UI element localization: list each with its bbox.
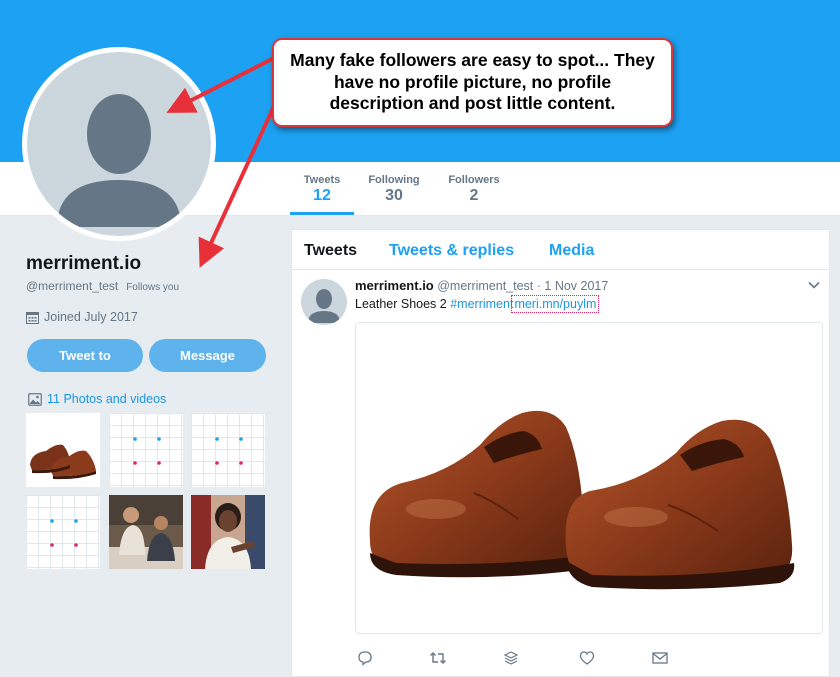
message-button[interactable]: Message bbox=[149, 339, 266, 372]
tweet-to-button[interactable]: Tweet to bbox=[27, 339, 143, 372]
stat-tweets[interactable]: Tweets 12 bbox=[287, 174, 357, 205]
reply-icon[interactable] bbox=[355, 648, 375, 668]
annotation-callout: Many fake followers are easy to spot... … bbox=[272, 38, 673, 127]
tweet-author[interactable]: merriment.io bbox=[355, 278, 434, 293]
calendar-icon bbox=[26, 311, 39, 324]
tabs-divider bbox=[292, 269, 829, 270]
stat-followers[interactable]: Followers 2 bbox=[439, 174, 509, 205]
profile-name: merriment.io bbox=[26, 253, 142, 274]
tweet-body: Leather Shoes 2 bbox=[355, 297, 451, 311]
default-avatar-icon bbox=[308, 289, 340, 323]
tweet-actions bbox=[355, 648, 695, 668]
tweet-hashtag[interactable]: #merriment bbox=[450, 297, 513, 311]
message-icon[interactable] bbox=[650, 648, 670, 668]
tweet-avatar[interactable] bbox=[301, 279, 347, 325]
profile-handle-row: @merriment_test Follows you bbox=[26, 279, 179, 293]
tweet-header: merriment.io @merriment_test · 1 Nov 201… bbox=[355, 278, 608, 293]
active-stat-underline bbox=[290, 212, 354, 215]
photo-thumb-shoes[interactable] bbox=[26, 413, 100, 487]
stack-icon[interactable] bbox=[501, 648, 521, 668]
tab-media[interactable]: Media bbox=[549, 242, 594, 260]
photos-videos-link[interactable]: 11 Photos and videos bbox=[28, 392, 166, 406]
stat-following-label: Following bbox=[368, 174, 420, 186]
photo-thumb-grid-2[interactable] bbox=[191, 413, 265, 487]
default-avatar-icon bbox=[57, 94, 181, 227]
photo-icon bbox=[28, 392, 42, 406]
photos-videos-label: 11 Photos and videos bbox=[47, 392, 167, 406]
tweet-handle-date[interactable]: @merriment_test · 1 Nov 2017 bbox=[437, 279, 608, 293]
stat-following-value: 30 bbox=[385, 187, 403, 204]
tweet-text: Leather Shoes 2 #merrimentmeri.mn/puylm bbox=[355, 295, 600, 313]
tab-tweets[interactable]: Tweets bbox=[304, 242, 357, 260]
photo-thumb-woman[interactable] bbox=[191, 495, 265, 569]
profile-handle[interactable]: @merriment_test bbox=[26, 279, 118, 293]
photo-thumb-people[interactable] bbox=[109, 495, 183, 569]
retweet-icon[interactable] bbox=[428, 648, 448, 668]
profile-avatar[interactable] bbox=[22, 47, 216, 241]
timeline-panel: Tweets Tweets & replies Media merriment.… bbox=[291, 229, 830, 677]
leather-shoes-image bbox=[356, 323, 822, 633]
like-icon[interactable] bbox=[577, 648, 597, 668]
photo-thumb-grid-1[interactable] bbox=[109, 413, 183, 487]
stat-following[interactable]: Following 30 bbox=[359, 174, 429, 205]
stat-followers-value: 2 bbox=[469, 187, 479, 204]
tweet-link[interactable]: meri.mn/puylm bbox=[511, 295, 600, 313]
follows-you-badge: Follows you bbox=[126, 282, 180, 293]
tab-tweets-replies[interactable]: Tweets & replies bbox=[389, 242, 514, 260]
photo-thumb-grid-3[interactable] bbox=[26, 495, 100, 569]
stat-tweets-label: Tweets bbox=[303, 174, 341, 186]
tweet-media-image[interactable] bbox=[355, 322, 823, 634]
stat-followers-label: Followers bbox=[448, 174, 500, 186]
joined-label: Joined July 2017 bbox=[44, 310, 138, 324]
stat-tweets-value: 12 bbox=[313, 187, 331, 204]
joined-date: Joined July 2017 bbox=[26, 310, 138, 324]
chevron-down-icon[interactable] bbox=[807, 278, 821, 292]
